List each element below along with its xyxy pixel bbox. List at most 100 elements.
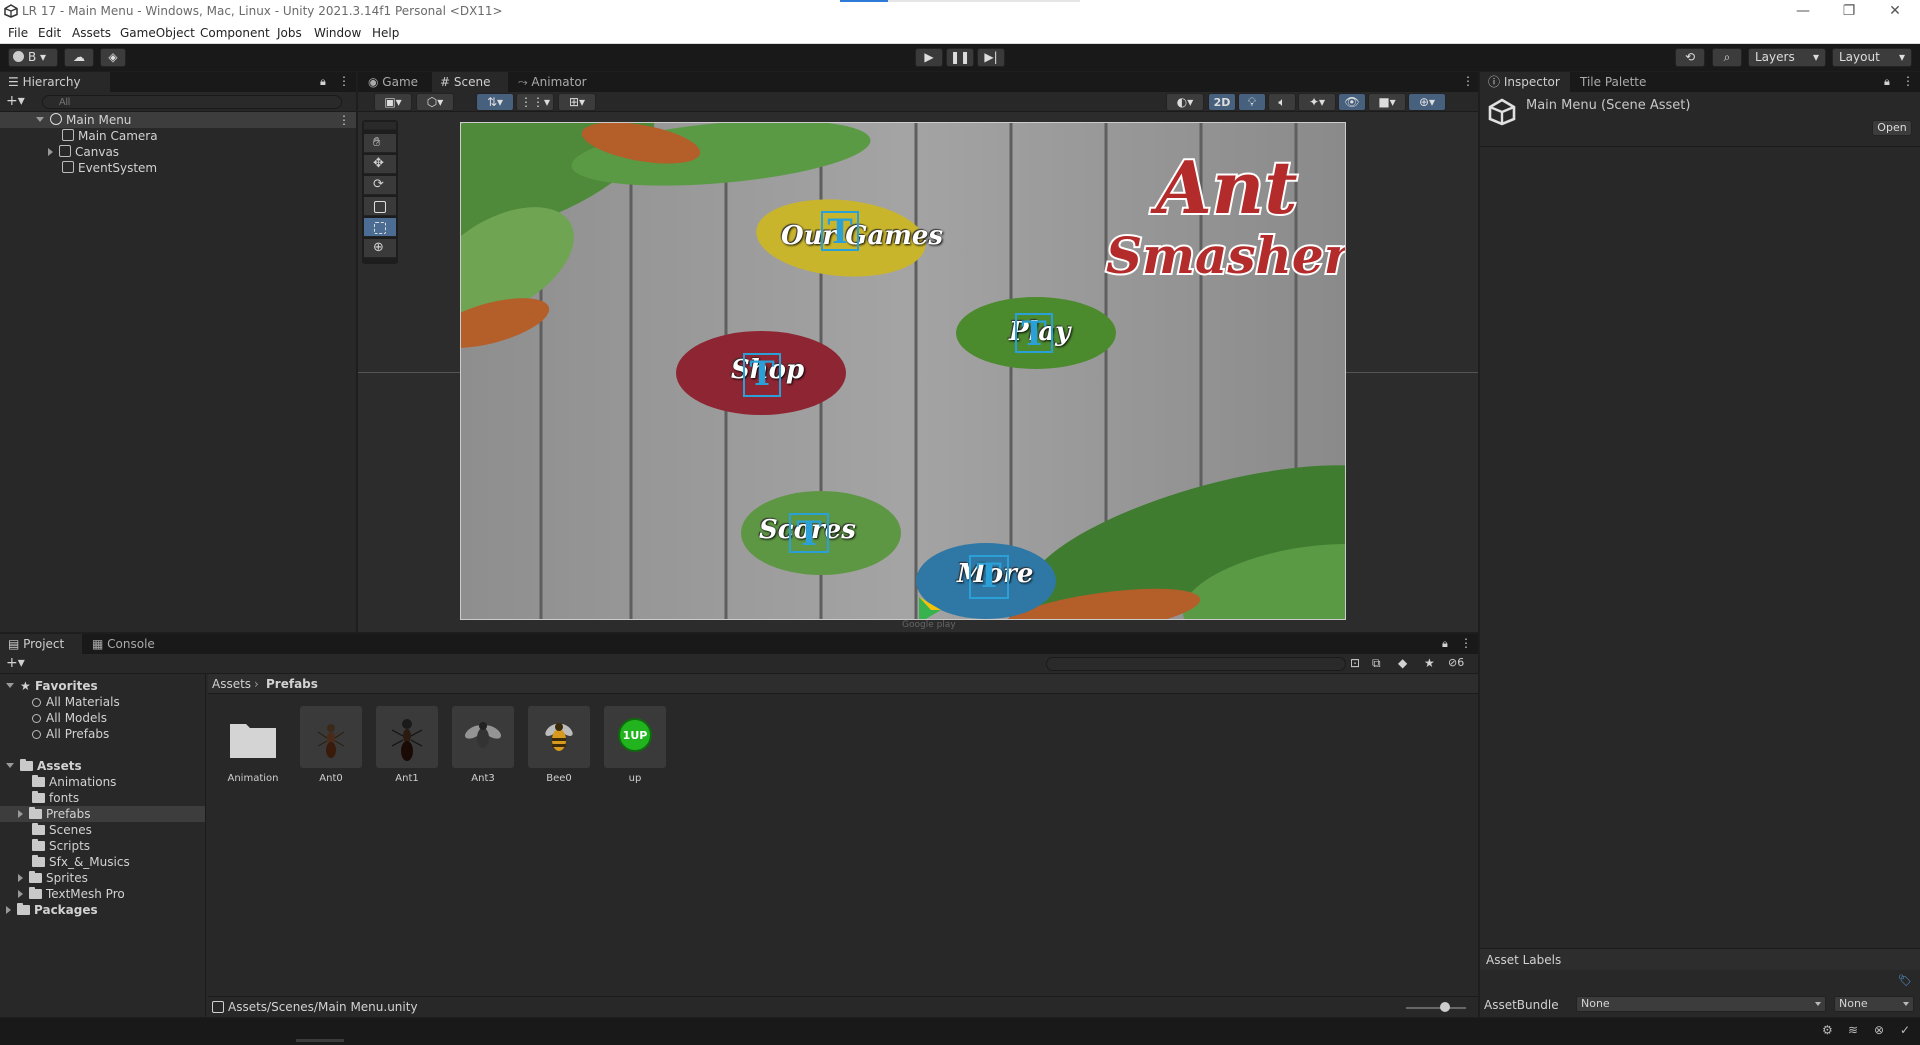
draw-mode-dropdown[interactable]: ▣▾ — [374, 93, 412, 111]
menu-jobs[interactable]: Jobs — [277, 26, 302, 40]
tree-item-main-camera[interactable]: Main Camera — [0, 128, 356, 144]
menu-window[interactable]: Window — [314, 26, 361, 40]
expand-arrow-icon[interactable] — [36, 117, 44, 122]
menu-help[interactable]: Help — [372, 26, 399, 40]
lock-icon[interactable]: 🔒︎ — [1442, 637, 1448, 651]
folder-sprites[interactable]: Sprites — [0, 870, 205, 886]
play-button[interactable]: ▶ — [915, 48, 943, 67]
expand-arrow-icon[interactable] — [6, 906, 11, 914]
breadcrumb-assets[interactable]: Assets — [212, 677, 251, 691]
open-button[interactable]: Open — [1872, 120, 1912, 136]
maximize-button[interactable]: ❐ — [1826, 2, 1872, 22]
menu-component[interactable]: Component — [200, 26, 270, 40]
folder-fonts[interactable]: fonts — [0, 790, 205, 806]
check-icon[interactable]: ✓ — [1900, 1023, 1910, 1037]
close-button[interactable]: ✕ — [1872, 2, 1918, 22]
layout-dropdown[interactable]: Layout ▾ — [1832, 48, 1912, 67]
expand-arrow-icon[interactable] — [6, 763, 14, 768]
asset-bundle-dropdown[interactable]: None — [1576, 996, 1826, 1012]
scale-tool[interactable] — [364, 197, 396, 216]
project-search-input[interactable] — [1046, 657, 1346, 671]
tab-tile-palette[interactable]: Tile Palette — [1572, 72, 1662, 92]
breadcrumb-prefabs[interactable]: Prefabs — [266, 677, 318, 691]
collab-button[interactable]: ◈ — [100, 48, 126, 67]
folder-animations[interactable]: Animations — [0, 774, 205, 790]
increment-snap-dropdown[interactable]: ⊞▾ — [558, 93, 596, 111]
create-button[interactable]: +▾ — [6, 655, 25, 671]
tools-drag-handle[interactable] — [364, 122, 396, 130]
bug-icon[interactable]: ⚙ — [1822, 1023, 1833, 1037]
search-button[interactable]: ⌕ — [1712, 48, 1742, 67]
assets-root[interactable]: Assets — [0, 758, 205, 774]
pivot-toggle[interactable]: ⇅▾ — [476, 93, 514, 111]
tab-hierarchy[interactable]: ☰ Hierarchy — [0, 72, 110, 92]
search-by-type-icon[interactable]: ⊡ — [1350, 656, 1360, 670]
gizmos-toggle[interactable]: ⊕▾ — [1408, 93, 1446, 111]
favorite-all-materials[interactable]: All Materials — [0, 694, 205, 710]
minimize-button[interactable]: — — [1780, 2, 1826, 22]
history-button[interactable]: ⟲ — [1675, 48, 1705, 67]
favorite-star-icon[interactable]: ★ — [1424, 656, 1435, 670]
transform-tool[interactable]: ⊕ — [364, 239, 396, 258]
menu-edit[interactable]: Edit — [38, 26, 61, 40]
folder-scenes[interactable]: Scenes — [0, 822, 205, 838]
kebab-menu-icon[interactable]: ⋮ — [338, 74, 350, 88]
favorite-all-models[interactable]: All Models — [0, 710, 205, 726]
label-tag-icon[interactable]: 🏷︎ — [1898, 974, 1912, 987]
rotate-tool[interactable]: ⟳ — [364, 176, 396, 195]
folder-scripts[interactable]: Scripts — [0, 838, 205, 854]
hand-tool[interactable]: ✋︎ — [364, 134, 396, 153]
add-button[interactable]: +▾ — [6, 93, 25, 109]
gizmo-dropdown[interactable]: ◐▾ — [1166, 93, 1204, 111]
filter-icon[interactable]: ⧉ — [1372, 656, 1381, 671]
lighting-toggle[interactable]: 💡︎ — [1238, 93, 1266, 111]
tab-inspector[interactable]: ⓘ Inspector — [1480, 72, 1570, 92]
folder-prefabs[interactable]: Prefabs — [0, 806, 205, 822]
layers-dropdown[interactable]: Layers ▾ — [1748, 48, 1826, 67]
network-icon[interactable]: ⊗ — [1874, 1023, 1884, 1037]
tab-game[interactable]: ◉ Game — [360, 72, 430, 92]
favorites-header[interactable]: ★ Favorites — [0, 678, 205, 694]
tree-item-eventsystem[interactable]: EventSystem — [0, 160, 356, 176]
effects-dropdown[interactable]: ✦▾ — [1298, 93, 1336, 111]
expand-arrow-icon[interactable] — [6, 683, 14, 688]
view-options-dropdown[interactable]: ⬡▾ — [416, 93, 454, 111]
tree-item-canvas[interactable]: Canvas — [0, 144, 356, 160]
menu-file[interactable]: File — [8, 26, 28, 40]
game-view[interactable]: Ant Smasher Our Games T Shop T Play T Sc… — [460, 122, 1346, 620]
folder-sfx-musics[interactable]: Sfx_&_Musics — [0, 854, 205, 870]
kebab-menu-icon[interactable]: ⋮ — [1460, 636, 1472, 650]
hidden-packages-toggle[interactable]: ⊘6 — [1448, 656, 1464, 669]
zoom-slider-handle[interactable] — [1440, 1002, 1450, 1012]
account-dropdown[interactable]: B ▾ — [8, 48, 58, 67]
asset-bundle-variant-dropdown[interactable]: None — [1834, 996, 1914, 1012]
menu-assets[interactable]: Assets — [72, 26, 111, 40]
expand-arrow-icon[interactable] — [48, 148, 53, 156]
camera-dropdown[interactable]: ■▾ — [1368, 93, 1406, 111]
move-tool[interactable]: ✥ — [364, 155, 396, 174]
asset-ant1[interactable] — [376, 706, 438, 768]
hierarchy-search-input[interactable] — [42, 95, 342, 109]
2d-toggle[interactable]: 2D — [1208, 93, 1236, 111]
asset-ant3[interactable] — [452, 706, 514, 768]
our-games-button-label[interactable]: Our Games — [781, 221, 943, 251]
kebab-menu-icon[interactable]: ⋮ — [1902, 74, 1914, 88]
label-icon[interactable]: ◆ — [1398, 656, 1407, 670]
audio-toggle[interactable]: 🔈︎ — [1268, 93, 1296, 111]
stack-icon[interactable]: ≋ — [1848, 1023, 1858, 1037]
grid-snap-dropdown[interactable]: ⋮⋮▾ — [516, 93, 554, 111]
expand-arrow-icon[interactable] — [18, 810, 23, 818]
lock-icon[interactable]: 🔒︎ — [320, 75, 326, 89]
pause-button[interactable]: ❚❚ — [946, 48, 974, 67]
tab-console[interactable]: ▦ Console — [84, 634, 164, 654]
asset-ant0[interactable] — [300, 706, 362, 768]
rect-tool[interactable] — [364, 218, 396, 237]
tab-project[interactable]: ▤ Project — [0, 634, 82, 654]
asset-up[interactable]: 1UP — [604, 706, 666, 768]
scene-visibility-toggle[interactable]: 👁︎ — [1338, 93, 1366, 111]
cloud-button[interactable]: ☁ — [64, 48, 94, 67]
zoom-slider-track[interactable] — [1406, 1007, 1466, 1009]
asset-animation-folder[interactable] — [222, 706, 284, 768]
scene-row-main-menu[interactable]: Main Menu ⋮ — [0, 112, 356, 128]
asset-bee0[interactable] — [528, 706, 590, 768]
